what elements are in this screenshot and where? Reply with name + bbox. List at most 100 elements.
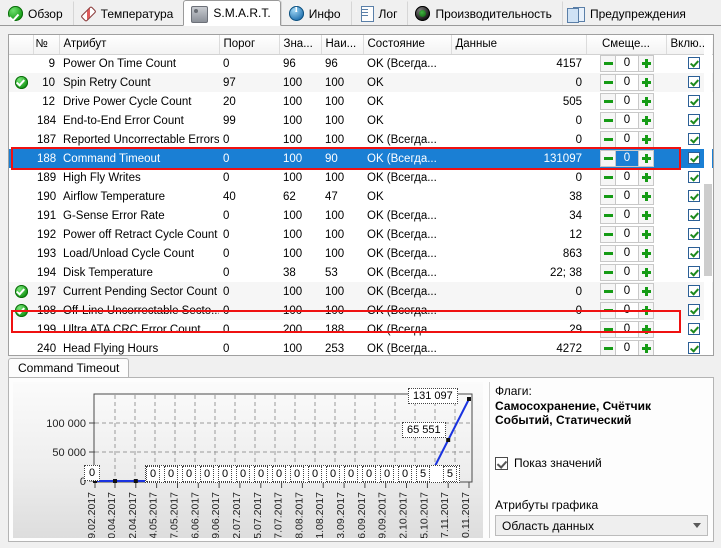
offset-increment-button[interactable] [638, 207, 654, 224]
table-row[interactable]: 12Drive Power Cycle Count20100100OK5050 [9, 92, 714, 111]
checkbox-icon[interactable] [688, 95, 700, 107]
column-header-threshold[interactable]: Порог [219, 35, 279, 54]
offset-decrement-button[interactable] [600, 131, 616, 148]
smart-attributes-table[interactable]: № Атрибут Порог Зна... Наи... Состояние … [8, 34, 714, 356]
offset-increment-button[interactable] [638, 169, 654, 186]
table-row[interactable]: 184End-to-End Error Count99100100OK00 [9, 111, 714, 130]
offset-value[interactable]: 0 [616, 131, 638, 148]
checkbox-icon[interactable] [688, 114, 700, 126]
row-offset-spinner[interactable]: 0 [598, 206, 666, 225]
offset-value[interactable]: 0 [616, 283, 638, 300]
offset-decrement-button[interactable] [600, 74, 616, 91]
row-offset-spinner[interactable]: 0 [598, 244, 666, 263]
offset-value[interactable]: 0 [616, 264, 638, 281]
checkbox-icon[interactable] [688, 190, 700, 202]
table-row[interactable]: 189High Fly Writes0100100OK (Всегда...00 [9, 168, 714, 187]
offset-decrement-button[interactable] [600, 93, 616, 110]
row-offset-spinner[interactable]: 0 [598, 73, 666, 92]
row-offset-spinner[interactable]: 0 [598, 168, 666, 187]
row-offset-spinner[interactable]: 0 [598, 130, 666, 149]
offset-increment-button[interactable] [638, 55, 654, 72]
offset-decrement-button[interactable] [600, 150, 616, 167]
table-row[interactable]: 10Spin Retry Count97100100OK00 [9, 73, 714, 92]
offset-value[interactable]: 0 [616, 188, 638, 205]
offset-increment-button[interactable] [638, 302, 654, 319]
offset-increment-button[interactable] [638, 283, 654, 300]
offset-decrement-button[interactable] [600, 340, 616, 356]
offset-decrement-button[interactable] [600, 245, 616, 262]
offset-decrement-button[interactable] [600, 283, 616, 300]
offset-increment-button[interactable] [638, 245, 654, 262]
offset-value[interactable]: 0 [616, 340, 638, 356]
offset-decrement-button[interactable] [600, 188, 616, 205]
chart-attributes-select[interactable]: Область данных [495, 515, 708, 536]
checkbox-icon[interactable] [688, 209, 700, 221]
table-row[interactable]: 193Load/Unload Cycle Count0100100OK (Все… [9, 244, 714, 263]
row-offset-spinner[interactable]: 0 [598, 54, 666, 73]
table-row[interactable]: 198Off-Line Uncorrectable Secto...010010… [9, 301, 714, 320]
table-row[interactable]: 188Command Timeout010090OK (Всегда...131… [9, 149, 714, 168]
offset-decrement-button[interactable] [600, 226, 616, 243]
column-header-offset[interactable]: Смеще... [598, 35, 666, 54]
offset-increment-button[interactable] [638, 112, 654, 129]
checkbox-icon[interactable] [495, 457, 508, 470]
row-offset-spinner[interactable]: 0 [598, 320, 666, 339]
scrollbar-thumb[interactable] [704, 184, 712, 276]
offset-increment-button[interactable] [638, 93, 654, 110]
offset-decrement-button[interactable] [600, 207, 616, 224]
show-values-checkbox[interactable]: Показ значений [495, 456, 709, 470]
column-header-state[interactable]: Состояние [363, 35, 451, 54]
row-offset-spinner[interactable]: 0 [598, 263, 666, 282]
offset-increment-button[interactable] [638, 321, 654, 338]
offset-decrement-button[interactable] [600, 55, 616, 72]
checkbox-icon[interactable] [688, 304, 700, 316]
offset-value[interactable]: 0 [616, 207, 638, 224]
offset-value[interactable]: 0 [616, 226, 638, 243]
checkbox-icon[interactable] [688, 57, 700, 69]
offset-value[interactable]: 0 [616, 169, 638, 186]
table-row[interactable]: 199Ultra ATA CRC Error Count0200188OK (В… [9, 320, 714, 339]
row-offset-spinner[interactable]: 0 [598, 282, 666, 301]
offset-decrement-button[interactable] [600, 169, 616, 186]
offset-increment-button[interactable] [638, 150, 654, 167]
offset-value[interactable]: 0 [616, 55, 638, 72]
tab-smart[interactable]: S.M.A.R.T. [183, 0, 280, 26]
row-offset-spinner[interactable]: 0 [598, 149, 666, 168]
checkbox-icon[interactable] [688, 323, 700, 335]
checkbox-icon[interactable] [688, 133, 700, 145]
checkbox-icon[interactable] [688, 152, 700, 164]
checkbox-icon[interactable] [688, 228, 700, 240]
offset-decrement-button[interactable] [600, 321, 616, 338]
tab-performance[interactable]: Производительность [407, 1, 561, 25]
offset-increment-button[interactable] [638, 226, 654, 243]
column-header-worst[interactable]: Наи... [321, 35, 363, 54]
offset-value[interactable]: 0 [616, 93, 638, 110]
offset-value[interactable]: 0 [616, 302, 638, 319]
tab-obzor[interactable]: Обзор [0, 1, 73, 25]
offset-increment-button[interactable] [638, 188, 654, 205]
attribute-detail-tab[interactable]: Command Timeout [8, 358, 129, 378]
tab-log[interactable]: Лог [351, 1, 408, 25]
table-row[interactable]: 192Power off Retract Cycle Count0100100O… [9, 225, 714, 244]
offset-increment-button[interactable] [638, 131, 654, 148]
column-header-attribute[interactable]: Атрибут [59, 35, 219, 54]
row-offset-spinner[interactable]: 0 [598, 225, 666, 244]
tab-warnings[interactable]: Предупреждения [562, 1, 696, 25]
row-offset-spinner[interactable]: 0 [598, 339, 666, 356]
checkbox-icon[interactable] [688, 266, 700, 278]
table-row[interactable]: 191G-Sense Error Rate0100100OK (Всегда..… [9, 206, 714, 225]
table-row[interactable]: 190Airflow Temperature406247OK380 [9, 187, 714, 206]
row-offset-spinner[interactable]: 0 [598, 111, 666, 130]
attribute-history-chart[interactable]: 100 000 50 000 0 19.02.201710.04.201722.… [13, 382, 483, 538]
row-offset-spinner[interactable]: 0 [598, 92, 666, 111]
checkbox-icon[interactable] [688, 171, 700, 183]
column-header-number[interactable]: № [33, 35, 59, 54]
table-row[interactable]: 197Current Pending Sector Count0100100OK… [9, 282, 714, 301]
checkbox-icon[interactable] [688, 285, 700, 297]
column-header-value[interactable]: Зна... [279, 35, 321, 54]
offset-increment-button[interactable] [638, 264, 654, 281]
offset-decrement-button[interactable] [600, 112, 616, 129]
offset-value[interactable]: 0 [616, 74, 638, 91]
checkbox-icon[interactable] [688, 247, 700, 259]
tab-info[interactable]: Инфо [281, 1, 351, 25]
